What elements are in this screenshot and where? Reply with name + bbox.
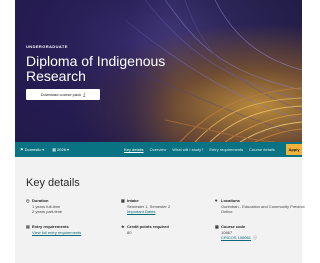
credit-points-detail: ★ Credit points required 80 (121, 224, 169, 235)
location-online: Online (221, 209, 233, 214)
intake-detail: ▦ Intake Semester 1, Semester 2 Important… (121, 198, 170, 215)
nav-link-key-details[interactable]: Key details (124, 147, 144, 152)
page-title: Diploma of Indigenous Research (26, 53, 166, 84)
clock-icon: ◷ (26, 197, 30, 203)
nav-filters: ⚑ Domestic ▾ ▦ 2026 ▾ (20, 142, 69, 157)
download-course-pack-button[interactable]: Download course pack ⤓ (26, 89, 100, 100)
calendar-icon: ▦ (215, 223, 219, 229)
apply-button[interactable]: Apply (286, 144, 302, 155)
key-details-section: Key details ◷ Duration 1 years full-time … (15, 157, 305, 263)
nav-link-entry-requirements[interactable]: Entry requirements (209, 147, 243, 152)
nav-link-course-details[interactable]: Course details (249, 147, 275, 152)
calendar-icon: ▦ (121, 197, 125, 203)
location-icon: ⚑ (20, 147, 24, 152)
course-page: UNDERGRADUATE Diploma of Indigenous Rese… (0, 0, 305, 263)
download-course-pack-label: Download course pack (40, 92, 82, 97)
credit-points-label: Credit points required (127, 224, 169, 229)
course-level-label: UNDERGRADUATE (26, 44, 68, 49)
course-code-label: Course code (221, 224, 246, 229)
key-details-heading: Key details (26, 177, 80, 189)
course-navigation-bar: ⚑ Domestic ▾ ▦ 2026 ▾ Key details Overvi… (15, 142, 302, 157)
course-code-detail: ▦ Course code 10867 CRICOS 108061 ⓘ (215, 224, 257, 241)
duration-part-time: 2 years part-time (32, 209, 63, 214)
entry-requirements-detail: ▤ Entry requirements View full entry requ… (26, 224, 81, 235)
view-entry-requirements-link[interactable]: View full entry requirements (26, 230, 81, 236)
section-links: Key details Overview What will I study? … (124, 142, 275, 157)
year-selector[interactable]: ▦ 2026 ▾ (52, 147, 69, 152)
locations-label: Locations (221, 198, 240, 203)
credit-points-value: 80 (127, 229, 132, 235)
location-pin-icon: ⌖ (215, 197, 218, 203)
location-label: Domestic (24, 147, 42, 152)
nav-link-what-will-i-study[interactable]: What will I study? (172, 147, 203, 152)
nav-link-overview[interactable]: Overview (150, 147, 167, 152)
important-dates-link[interactable]: Important Dates (121, 209, 170, 215)
entry-requirements-label: Entry requirements (32, 224, 69, 229)
calendar-icon: ▦ (52, 147, 57, 152)
location-selector[interactable]: ⚑ Domestic ▾ (20, 147, 44, 152)
download-icon: ⤓ (83, 91, 86, 98)
cricos-row: CRICOS 108061 ⓘ (215, 235, 257, 241)
chevron-down-icon: ▾ (66, 147, 69, 152)
duration-detail: ◷ Duration 1 years full-time 2 years part… (26, 198, 62, 215)
hero-banner: UNDERGRADUATE Diploma of Indigenous Rese… (15, 0, 302, 142)
document-icon: ▤ (26, 223, 30, 229)
star-icon: ★ (121, 223, 125, 229)
info-icon[interactable]: ⓘ (253, 235, 257, 241)
duration-label: Duration (32, 198, 49, 203)
chevron-down-icon: ▾ (42, 147, 45, 152)
year-label: 2026 (57, 147, 66, 152)
locations-detail: ⌖ Locations Ourimbah - Education and Comm… (215, 197, 305, 215)
intake-label: Intake (127, 198, 139, 203)
cricos-code-link[interactable]: CRICOS 108061 (221, 235, 251, 241)
